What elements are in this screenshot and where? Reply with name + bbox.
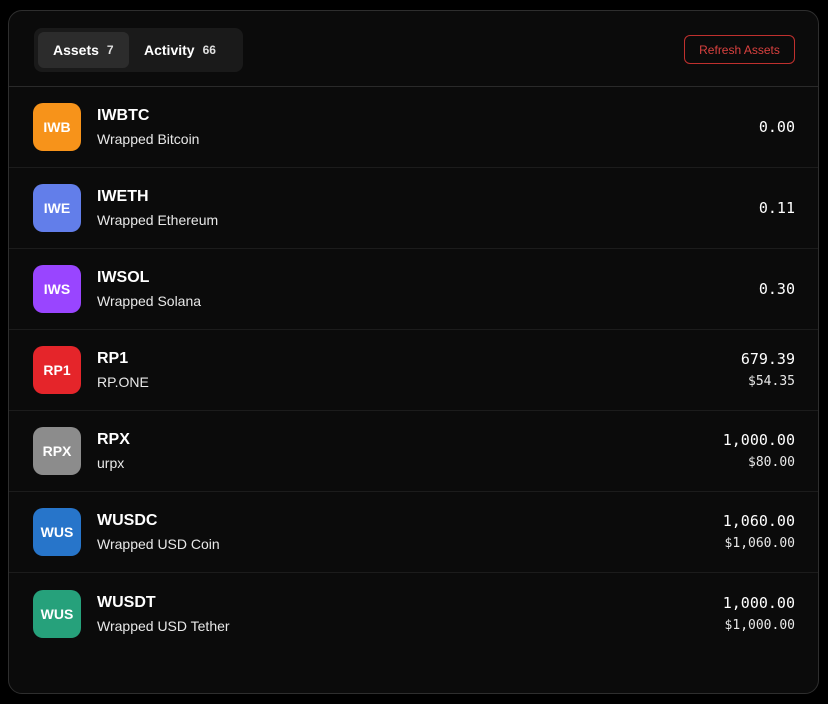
asset-balance: 1,000.00 (722, 593, 795, 612)
tab-activity[interactable]: Activity 66 (129, 32, 231, 68)
tab-assets-label: Assets (53, 42, 99, 58)
asset-name: RP.ONE (97, 374, 149, 390)
asset-row-iweth[interactable]: IWE IWETH Wrapped Ethereum 0.11 (9, 168, 818, 249)
asset-usd-value: $54.35 (748, 374, 795, 389)
asset-balance: 0.00 (758, 118, 795, 136)
asset-amounts: 0.00 (759, 117, 795, 137)
asset-amounts: 1,000.00 $80.00 (723, 430, 795, 472)
asset-amounts: 0.11 (759, 198, 795, 218)
asset-balance: 0.30 (758, 280, 795, 298)
asset-names: WUSDT Wrapped USD Tether (97, 593, 723, 635)
tab-switcher: Assets 7 Activity 66 (34, 28, 243, 72)
asset-symbol: RP1 (97, 350, 129, 367)
asset-row-iwsol[interactable]: IWS IWSOL Wrapped Solana 0.30 (9, 249, 818, 330)
asset-names: RPX urpx (97, 430, 723, 472)
asset-names: WUSDC Wrapped USD Coin (97, 511, 723, 553)
asset-name: Wrapped USD Tether (97, 617, 230, 634)
rpx-token-icon: RPX (33, 427, 81, 475)
asset-amounts: 679.39 $54.35 (741, 349, 795, 391)
wusdc-token-icon: WUS (33, 508, 81, 556)
iwsol-token-icon: IWS (33, 265, 81, 313)
asset-list: IWB IWBTC Wrapped Bitcoin 0.00 IWE IWETH… (9, 87, 818, 654)
tab-activity-count: 66 (202, 43, 216, 57)
asset-name: Wrapped USD Coin (97, 536, 220, 552)
asset-symbol: IWBTC (97, 107, 150, 124)
asset-name: Wrapped Ethereum (97, 212, 219, 228)
asset-symbol: IWSOL (97, 269, 150, 286)
asset-names: IWBTC Wrapped Bitcoin (97, 106, 759, 148)
asset-name: urpx (97, 455, 125, 471)
iwbtc-token-icon: IWB (33, 103, 81, 151)
asset-symbol: IWETH (97, 188, 149, 205)
asset-row-iwbtc[interactable]: IWB IWBTC Wrapped Bitcoin 0.00 (9, 87, 818, 168)
rp1-token-icon: RP1 (33, 346, 81, 394)
asset-usd-value: $1,060.00 (724, 536, 795, 551)
wallet-panel: Assets 7 Activity 66 Refresh Assets IWB … (8, 10, 819, 694)
refresh-assets-button[interactable]: Refresh Assets (684, 35, 795, 64)
asset-amounts: 1,060.00 $1,060.00 (723, 511, 795, 553)
tab-assets[interactable]: Assets 7 (38, 32, 129, 68)
tab-activity-label: Activity (144, 42, 195, 58)
asset-row-rp1[interactable]: RP1 RP1 RP.ONE 679.39 $54.35 (9, 330, 818, 411)
asset-usd-value: $1,000.00 (724, 617, 795, 633)
asset-name: Wrapped Solana (97, 293, 202, 309)
asset-row-wusdc[interactable]: WUS WUSDC Wrapped USD Coin 1,060.00 $1,0… (9, 492, 818, 573)
asset-balance: 679.39 (740, 350, 795, 368)
asset-row-rpx[interactable]: RPX RPX urpx 1,000.00 $80.00 (9, 411, 818, 492)
asset-balance: 1,000.00 (722, 431, 795, 449)
asset-balance: 0.11 (758, 199, 795, 217)
asset-names: IWETH Wrapped Ethereum (97, 187, 759, 229)
asset-amounts: 1,000.00 $1,000.00 (723, 593, 795, 635)
panel-header: Assets 7 Activity 66 Refresh Assets (9, 11, 818, 87)
asset-names: IWSOL Wrapped Solana (97, 268, 759, 310)
asset-symbol: WUSDT (97, 593, 156, 611)
asset-usd-value: $80.00 (748, 455, 795, 470)
asset-balance: 1,060.00 (722, 512, 795, 530)
asset-row-wusdt[interactable]: WUS WUSDT Wrapped USD Tether 1,000.00 $1… (9, 573, 818, 654)
iweth-token-icon: IWE (33, 184, 81, 232)
asset-names: RP1 RP.ONE (97, 349, 741, 391)
asset-name: Wrapped Bitcoin (97, 131, 200, 147)
wusdt-token-icon: WUS (33, 589, 81, 638)
asset-symbol: RPX (97, 431, 130, 448)
tab-assets-count: 7 (106, 43, 114, 57)
asset-amounts: 0.30 (759, 279, 795, 299)
asset-symbol: WUSDC (97, 512, 158, 529)
